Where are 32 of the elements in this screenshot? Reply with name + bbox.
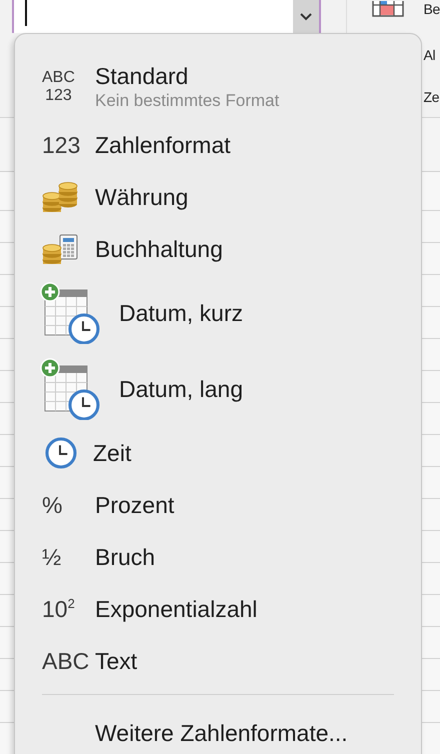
format-symbol: ½	[42, 544, 62, 570]
calendar-clock-icon	[40, 282, 100, 344]
menu-item[interactable]: ½ Bruch	[15, 531, 421, 583]
menu-item[interactable]: Datum, kurz	[15, 275, 421, 351]
coins-icon	[42, 182, 80, 212]
menu-item[interactable]: ABC Text	[15, 635, 421, 687]
menu-item[interactable]: Buchhaltung	[15, 223, 421, 275]
menu-item[interactable]: Datum, lang	[15, 351, 421, 427]
menu-item[interactable]: ABC 123 Standard Kein bestimmtes Format	[15, 54, 421, 119]
format-symbol: ABC 123	[42, 68, 75, 104]
dropdown-button[interactable]	[293, 0, 320, 33]
format-symbol: ABC	[42, 648, 90, 674]
calendar-clock-icon	[40, 358, 100, 420]
menu-item[interactable]: 10$^{2}$ Exponentialzahl	[15, 583, 421, 635]
menu-item-title: Standard	[95, 62, 190, 90]
coins-calculator-icon	[42, 234, 80, 264]
chevron-down-icon	[300, 12, 312, 20]
menu-item[interactable]: Währung	[15, 171, 421, 223]
format-symbol: 10$^{2}$	[42, 596, 75, 622]
ribbon-label[interactable]: Al	[423, 47, 436, 63]
input-field[interactable]	[12, 0, 322, 33]
menu-item[interactable]: Zeit	[15, 427, 421, 479]
clock-icon	[44, 436, 78, 470]
ribbon-label[interactable]: Ze	[423, 89, 440, 105]
menu-item[interactable]: % Prozent	[15, 479, 421, 531]
format-symbol: 123	[42, 132, 80, 158]
menu-item-description: Kein bestimmtes Format	[95, 90, 280, 112]
menu-item[interactable]: 123 Zahlenformat	[15, 119, 421, 171]
ribbon-label[interactable]: Be	[423, 1, 440, 17]
format-symbol: %	[42, 492, 62, 518]
table-icon	[372, 1, 404, 17]
menu-item[interactable]: Weitere Zahlenformate...	[15, 695, 421, 754]
